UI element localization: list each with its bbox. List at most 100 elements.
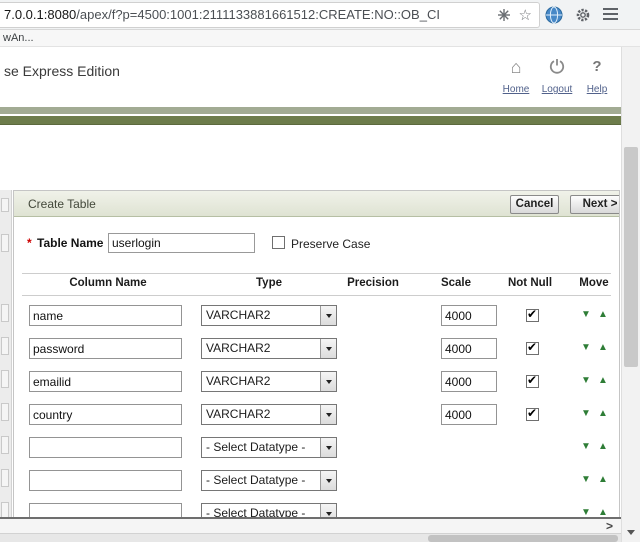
move-down-icon[interactable]: ▼ (581, 375, 591, 386)
datatype-select[interactable]: VARCHAR2 (201, 338, 337, 359)
nav-logout[interactable]: Logout (539, 57, 575, 97)
move-down-icon[interactable]: ▼ (581, 408, 591, 419)
move-up-icon[interactable]: ▲ (598, 408, 608, 419)
select-dropdown-icon[interactable] (320, 504, 336, 517)
cropped-content-mark (1, 370, 9, 388)
column-name-input[interactable] (29, 338, 182, 359)
cropped-content-mark (1, 234, 9, 252)
page-title: se Express Edition (4, 63, 120, 79)
move-up-icon[interactable]: ▲ (598, 441, 608, 452)
header-scale: Scale (440, 277, 472, 289)
checkmark-icon: ✔ (527, 307, 538, 321)
move-down-icon[interactable]: ▼ (581, 342, 591, 353)
vertical-scroll-thumb[interactable] (624, 147, 638, 367)
move-up-icon[interactable]: ▲ (598, 474, 608, 485)
table-name-label: Table Name (37, 236, 104, 250)
bookmark-item[interactable]: wAn... (3, 30, 34, 46)
column-row: - Select Datatype - ▼ ▲ (14, 433, 619, 466)
select-dropdown-icon[interactable] (320, 438, 336, 457)
datatype-select[interactable]: VARCHAR2 (201, 371, 337, 392)
browser-chrome: 7.0.0.1:8080/apex/f?p=4500:1001:21111338… (0, 0, 640, 30)
column-name-input[interactable] (29, 404, 182, 425)
url-path: /apex/f?p=4500:1001:2111133881661512:CRE… (76, 7, 440, 22)
move-down-icon[interactable]: ▼ (581, 309, 591, 320)
datatype-select-value: VARCHAR2 (206, 341, 271, 355)
horizontal-scroll-thumb[interactable] (428, 535, 618, 542)
browser-menu-icon[interactable] (603, 8, 618, 23)
move-up-icon[interactable]: ▲ (598, 507, 608, 517)
frame-horizontal-scrollbar[interactable]: > (0, 517, 621, 533)
not-null-checkbox[interactable]: ✔ (526, 406, 539, 421)
address-bar[interactable]: 7.0.0.1:8080/apex/f?p=4500:1001:21111338… (0, 2, 540, 28)
column-row: VARCHAR2 ✔ ▼ ▲ (14, 301, 619, 334)
extension-icon[interactable] (497, 8, 511, 27)
move-down-icon[interactable]: ▼ (581, 474, 591, 485)
preserve-case-label: Preserve Case (291, 237, 371, 251)
move-up-icon[interactable]: ▲ (598, 375, 608, 386)
checkmark-icon: ✔ (527, 406, 538, 420)
home-link-label[interactable]: Home (503, 84, 530, 95)
nav-home[interactable]: ⌂ Home (498, 57, 534, 97)
move-down-icon[interactable]: ▼ (581, 507, 591, 517)
cropped-content-mark (1, 337, 9, 355)
select-dropdown-icon[interactable] (320, 339, 336, 358)
scroll-right-icon[interactable]: > (602, 520, 617, 533)
home-icon[interactable]: ⌂ (498, 57, 534, 79)
logout-link-label[interactable]: Logout (542, 84, 573, 95)
datatype-select[interactable]: - Select Datatype - (201, 437, 337, 458)
not-null-checkbox[interactable]: ✔ (526, 307, 539, 322)
select-dropdown-icon[interactable] (320, 471, 336, 490)
logout-power-icon[interactable] (539, 57, 575, 79)
cropped-content-mark (1, 469, 9, 487)
move-up-icon[interactable]: ▲ (598, 342, 608, 353)
cancel-button[interactable]: Cancel (510, 195, 559, 214)
column-name-input[interactable] (29, 470, 182, 491)
scale-input[interactable] (441, 371, 497, 392)
select-dropdown-icon[interactable] (320, 372, 336, 391)
bottom-scroll-track[interactable] (0, 533, 621, 542)
not-null-checkbox[interactable]: ✔ (526, 341, 539, 355)
select-dropdown-icon[interactable] (320, 306, 336, 325)
datatype-select[interactable]: VARCHAR2 (201, 404, 337, 425)
cropped-content-mark (1, 198, 9, 212)
datatype-select[interactable]: VARCHAR2 (201, 305, 337, 326)
theme-bar-light (0, 107, 621, 114)
globe-icon[interactable] (545, 6, 563, 29)
table-name-input[interactable] (108, 233, 255, 253)
grid-rule-top (22, 273, 611, 274)
datatype-select[interactable]: - Select Datatype - (201, 503, 337, 517)
url-text: 7.0.0.1:8080/apex/f?p=4500:1001:21111338… (4, 3, 494, 27)
help-icon[interactable]: ? (579, 57, 615, 79)
header-column-name: Column Name (69, 277, 147, 289)
datatype-select-value: VARCHAR2 (206, 308, 271, 322)
preserve-case-checkbox[interactable]: ✔ (272, 236, 285, 249)
nav-help[interactable]: ? Help (579, 57, 615, 97)
move-up-icon[interactable]: ▲ (598, 309, 608, 320)
screenshot-root: 7.0.0.1:8080/apex/f?p=4500:1001:21111338… (0, 0, 640, 542)
datatype-select[interactable]: - Select Datatype - (201, 470, 337, 491)
region-title: Create Table (28, 197, 96, 211)
scale-input[interactable] (441, 305, 497, 326)
gear-icon[interactable] (575, 7, 591, 28)
move-down-icon[interactable]: ▼ (581, 441, 591, 452)
header-precision: Precision (347, 277, 399, 289)
column-name-input[interactable] (29, 371, 182, 392)
create-table-region: Create Table Cancel Next > * Table Name … (13, 190, 620, 517)
column-name-input[interactable] (29, 305, 182, 326)
select-dropdown-icon[interactable] (320, 405, 336, 424)
column-name-input[interactable] (29, 437, 182, 458)
help-link-label[interactable]: Help (587, 84, 608, 95)
scale-input[interactable] (441, 404, 497, 425)
next-button[interactable]: Next > (570, 195, 619, 214)
not-null-checkbox[interactable]: ✔ (526, 374, 539, 388)
scroll-down-icon[interactable] (622, 524, 640, 540)
column-row: - Select Datatype - ▼ ▲ (14, 466, 619, 499)
scale-input[interactable] (441, 338, 497, 359)
cropped-content-mark (1, 403, 9, 421)
vertical-scrollbar[interactable] (621, 47, 640, 542)
column-name-input[interactable] (29, 503, 182, 517)
column-row: VARCHAR2 ✔ ▼ ▲ (14, 334, 619, 367)
bookmark-star-icon[interactable]: ☆ (519, 5, 532, 27)
region-header: Create Table Cancel Next > (14, 191, 619, 217)
header-move: Move (579, 277, 609, 289)
